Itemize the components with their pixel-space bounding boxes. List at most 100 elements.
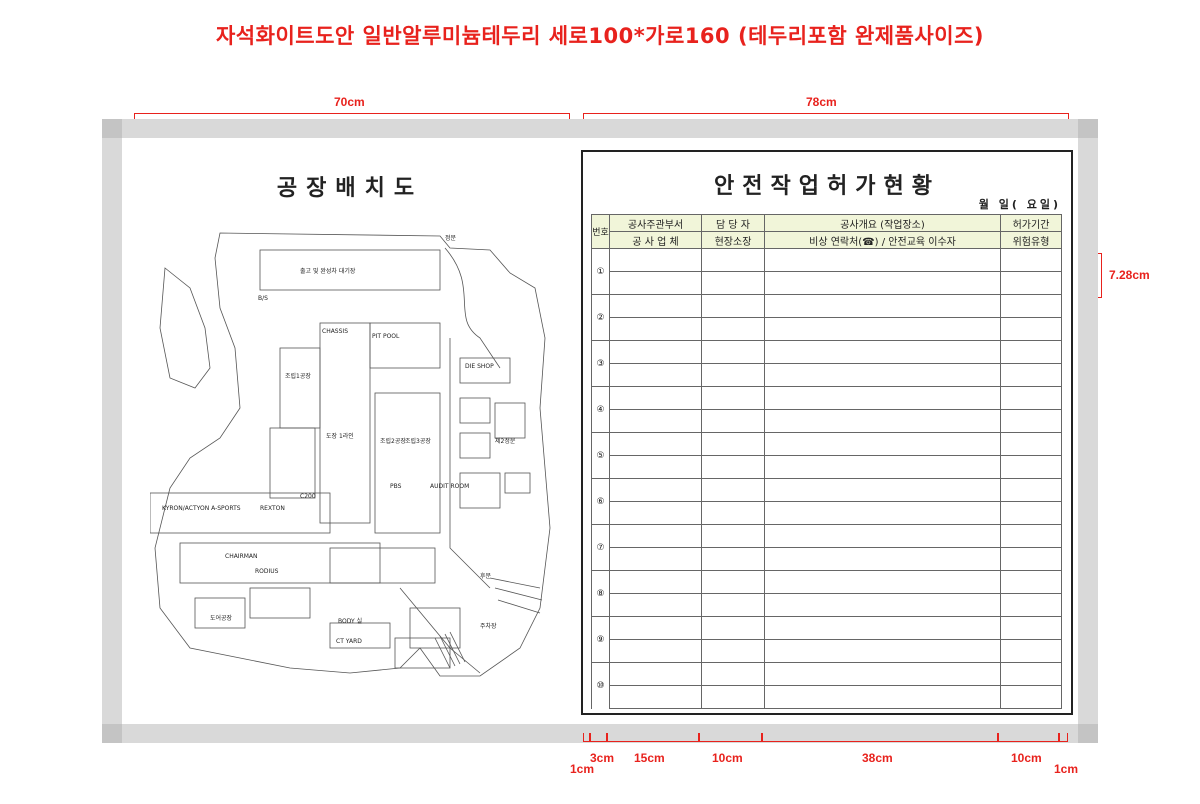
entry-cell[interactable] bbox=[1000, 639, 1062, 663]
banner-title: 자석화이트도안 일반알루미늄테두리 세로100*가로160 (테두리포함 완제품… bbox=[215, 24, 984, 48]
entry-cell[interactable] bbox=[701, 501, 765, 525]
entry-cell[interactable] bbox=[609, 639, 702, 663]
entry-cell[interactable] bbox=[609, 455, 702, 479]
entry-cell[interactable] bbox=[701, 616, 765, 640]
entry-cell[interactable] bbox=[701, 363, 765, 387]
map-label-18: 주차장 bbox=[480, 622, 497, 630]
entry-cell[interactable] bbox=[1000, 593, 1062, 617]
row-number: ③ bbox=[596, 358, 605, 369]
entry-cell[interactable] bbox=[609, 593, 702, 617]
entry-cell[interactable] bbox=[764, 547, 1001, 571]
entry-cell[interactable] bbox=[1000, 455, 1062, 479]
entry-cell[interactable] bbox=[1000, 271, 1062, 295]
entry-cell[interactable] bbox=[609, 248, 702, 272]
entry-cell[interactable] bbox=[701, 409, 765, 433]
entry-cell[interactable] bbox=[764, 662, 1001, 686]
entry-cell[interactable] bbox=[1000, 524, 1062, 548]
permit-row-bottom bbox=[592, 317, 1062, 341]
entry-cell[interactable] bbox=[764, 271, 1001, 295]
entry-cell[interactable] bbox=[1000, 570, 1062, 594]
entry-cell[interactable] bbox=[1000, 662, 1062, 686]
entry-cell[interactable] bbox=[701, 593, 765, 617]
entry-cell[interactable] bbox=[764, 409, 1001, 433]
row-number-cell: ⑨ bbox=[591, 616, 610, 663]
entry-cell[interactable] bbox=[609, 363, 702, 387]
entry-cell[interactable] bbox=[764, 455, 1001, 479]
entry-cell[interactable] bbox=[764, 501, 1001, 525]
row-number-cell: ② bbox=[591, 294, 610, 341]
row-number: ① bbox=[596, 266, 605, 277]
entry-cell[interactable] bbox=[764, 294, 1001, 318]
entry-cell[interactable] bbox=[1000, 386, 1062, 410]
entry-cell[interactable] bbox=[701, 294, 765, 318]
dimension-side-line bbox=[1101, 253, 1102, 298]
entry-cell[interactable] bbox=[701, 271, 765, 295]
entry-cell[interactable] bbox=[701, 685, 765, 709]
map-label-19: B/S bbox=[258, 295, 268, 302]
entry-cell[interactable] bbox=[764, 524, 1001, 548]
entry-cell[interactable] bbox=[764, 570, 1001, 594]
entry-cell[interactable] bbox=[764, 248, 1001, 272]
entry-cell[interactable] bbox=[1000, 317, 1062, 341]
entry-cell[interactable] bbox=[1000, 363, 1062, 387]
dimension-bracket-bottom-4 bbox=[698, 733, 763, 742]
entry-cell[interactable] bbox=[1000, 432, 1062, 456]
entry-cell[interactable] bbox=[609, 685, 702, 709]
entry-cell[interactable] bbox=[609, 524, 702, 548]
entry-cell[interactable] bbox=[764, 685, 1001, 709]
entry-cell[interactable] bbox=[609, 294, 702, 318]
map-label-13: 정문 bbox=[445, 235, 457, 242]
entry-cell[interactable] bbox=[701, 248, 765, 272]
entry-cell[interactable] bbox=[764, 363, 1001, 387]
row-number: ⑤ bbox=[596, 450, 605, 461]
entry-cell[interactable] bbox=[609, 317, 702, 341]
map-label-12: 도어공장 bbox=[210, 614, 233, 622]
permit-row-bottom bbox=[592, 547, 1062, 571]
entry-cell[interactable] bbox=[1000, 616, 1062, 640]
entry-cell[interactable] bbox=[609, 547, 702, 571]
entry-cell[interactable] bbox=[609, 432, 702, 456]
entry-cell[interactable] bbox=[1000, 547, 1062, 571]
entry-cell[interactable] bbox=[701, 432, 765, 456]
entry-cell[interactable] bbox=[701, 478, 765, 502]
entry-cell[interactable] bbox=[609, 478, 702, 502]
entry-cell[interactable] bbox=[701, 340, 765, 364]
entry-cell[interactable] bbox=[609, 616, 702, 640]
entry-cell[interactable] bbox=[701, 455, 765, 479]
entry-cell[interactable] bbox=[764, 386, 1001, 410]
entry-cell[interactable] bbox=[764, 340, 1001, 364]
entry-cell[interactable] bbox=[701, 639, 765, 663]
entry-cell[interactable] bbox=[609, 340, 702, 364]
entry-cell[interactable] bbox=[1000, 478, 1062, 502]
row-number-cell: ⑧ bbox=[591, 570, 610, 617]
entry-cell[interactable] bbox=[764, 593, 1001, 617]
entry-cell[interactable] bbox=[701, 570, 765, 594]
entry-cell[interactable] bbox=[701, 547, 765, 571]
header-row-2: 공 사 업 체 현장소장 비상 연락처(☎) / 안전교육 이수자 위험유형 bbox=[592, 231, 1062, 249]
entry-cell[interactable] bbox=[1000, 501, 1062, 525]
entry-cell[interactable] bbox=[701, 386, 765, 410]
permit-row-top: ④ bbox=[591, 386, 1062, 433]
header-dept: 공사주관부서 bbox=[609, 214, 702, 232]
entry-cell[interactable] bbox=[701, 662, 765, 686]
entry-cell[interactable] bbox=[1000, 685, 1062, 709]
entry-cell[interactable] bbox=[609, 501, 702, 525]
entry-cell[interactable] bbox=[764, 317, 1001, 341]
map-label-22: 제2정문 bbox=[495, 437, 516, 445]
entry-cell[interactable] bbox=[701, 317, 765, 341]
entry-cell[interactable] bbox=[1000, 294, 1062, 318]
entry-cell[interactable] bbox=[1000, 340, 1062, 364]
entry-cell[interactable] bbox=[609, 386, 702, 410]
entry-cell[interactable] bbox=[609, 570, 702, 594]
entry-cell[interactable] bbox=[764, 616, 1001, 640]
entry-cell[interactable] bbox=[764, 432, 1001, 456]
entry-cell[interactable] bbox=[609, 271, 702, 295]
entry-cell[interactable] bbox=[1000, 248, 1062, 272]
entry-cell[interactable] bbox=[609, 409, 702, 433]
row-number: ④ bbox=[596, 404, 605, 415]
entry-cell[interactable] bbox=[609, 662, 702, 686]
entry-cell[interactable] bbox=[764, 639, 1001, 663]
entry-cell[interactable] bbox=[1000, 409, 1062, 433]
entry-cell[interactable] bbox=[701, 524, 765, 548]
entry-cell[interactable] bbox=[764, 478, 1001, 502]
